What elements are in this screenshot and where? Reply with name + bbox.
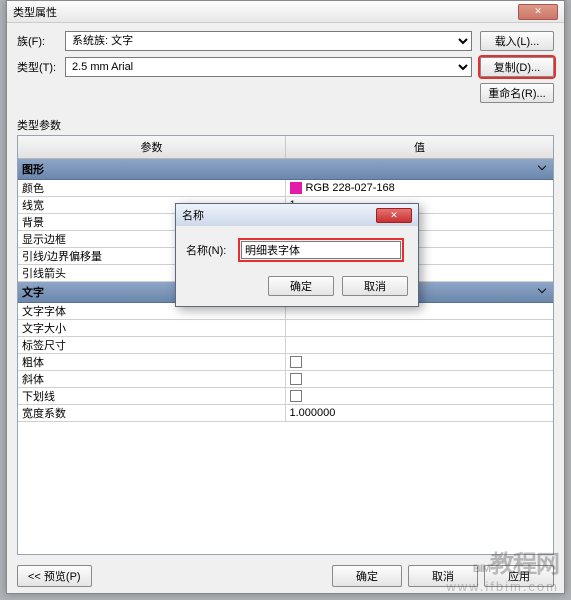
window-title: 类型属性 [13, 4, 518, 20]
family-label: 族(F): [17, 33, 65, 49]
modal-title: 名称 [182, 207, 376, 223]
cancel-button[interactable]: 取消 [408, 565, 478, 587]
ok-button[interactable]: 确定 [332, 565, 402, 587]
name-dialog: 名称 ✕ 名称(N): 确定 取消 [175, 203, 419, 307]
footer: << 预览(P) 确定 取消 应用 [17, 565, 554, 587]
type-select[interactable]: 2.5 mm Arial [65, 57, 472, 77]
param-row[interactable]: 斜体 [18, 371, 553, 388]
param-row[interactable]: 颜色 RGB 228-027-168 [18, 180, 553, 197]
section-label: 类型参数 [17, 117, 564, 133]
param-name: 颜色 [18, 180, 286, 196]
modal-close-icon[interactable]: ✕ [376, 208, 412, 223]
param-value: RGB 228-027-168 [306, 182, 395, 194]
param-name: 下划线 [18, 388, 286, 404]
collapse-icon[interactable]: ⌵ [535, 284, 549, 300]
color-swatch [290, 182, 302, 194]
parameter-grid: 参数 值 图形⌵颜色RGB 228-027-168线宽1背景透明显示边框引线/边… [17, 135, 554, 555]
apply-button[interactable]: 应用 [484, 565, 554, 587]
checkbox[interactable] [290, 373, 302, 385]
preview-button[interactable]: << 预览(P) [17, 565, 92, 587]
col-value: 值 [286, 136, 553, 158]
name-input[interactable] [241, 241, 401, 259]
modal-cancel-button[interactable]: 取消 [342, 276, 408, 296]
param-row[interactable]: 标签尺寸 [18, 337, 553, 354]
param-name: 斜体 [18, 371, 286, 387]
duplicate-button[interactable]: 复制(D)... [480, 57, 554, 77]
param-name: 粗体 [18, 354, 286, 370]
param-name: 文字大小 [18, 320, 286, 336]
close-icon[interactable]: ✕ [518, 4, 558, 20]
param-name: 标签尺寸 [18, 337, 286, 353]
modal-titlebar: 名称 ✕ [176, 204, 418, 226]
param-name: 宽度系数 [18, 405, 286, 421]
modal-ok-button[interactable]: 确定 [268, 276, 334, 296]
param-row[interactable]: 宽度系数 1.000000 [18, 405, 553, 422]
param-row[interactable]: 下划线 [18, 388, 553, 405]
group-header[interactable]: 图形⌵ [18, 159, 553, 180]
form-area: 族(F): 系统族: 文字 载入(L)... 类型(T): 2.5 mm Ari… [7, 23, 564, 111]
titlebar: 类型属性 ✕ [7, 1, 564, 23]
param-value: 1.000000 [290, 407, 336, 419]
col-param: 参数 [18, 136, 286, 158]
checkbox[interactable] [290, 390, 302, 402]
grid-header: 参数 值 [18, 136, 553, 159]
load-button[interactable]: 载入(L)... [480, 31, 554, 51]
name-field-label: 名称(N): [186, 242, 238, 258]
family-select[interactable]: 系统族: 文字 [65, 31, 472, 51]
param-row[interactable]: 文字大小 [18, 320, 553, 337]
type-label: 类型(T): [17, 59, 65, 75]
rename-button[interactable]: 重命名(R)... [480, 83, 554, 103]
collapse-icon[interactable]: ⌵ [535, 161, 549, 177]
param-row[interactable]: 粗体 [18, 354, 553, 371]
checkbox[interactable] [290, 356, 302, 368]
